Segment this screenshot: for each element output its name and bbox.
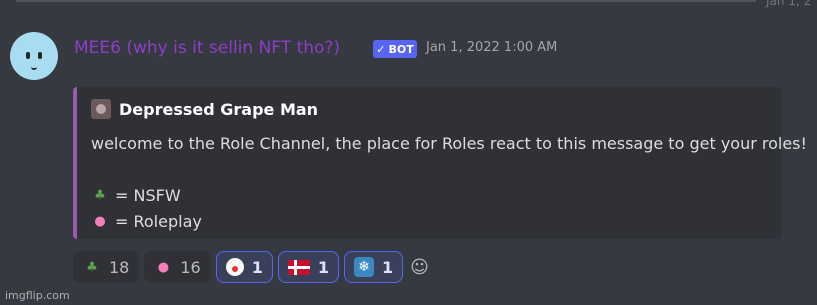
- reaction-count: 18: [109, 257, 130, 277]
- reaction-count: 1: [251, 257, 263, 277]
- avatar-mouth: [31, 64, 37, 70]
- embed-author: Depressed Grape Man: [91, 99, 318, 119]
- avatar[interactable]: [10, 32, 58, 80]
- pink-character-emoji-icon: ●: [157, 259, 170, 275]
- checkmark-icon: ✓: [376, 42, 386, 56]
- pink-character-emoji-icon: ●: [94, 214, 106, 229]
- divider-date: Jan 1, 2: [766, 0, 812, 8]
- bot-tag-label: BOT: [388, 42, 414, 56]
- role-label-roleplay: = Roleplay: [115, 212, 202, 231]
- denmark-flag-emoji-icon: [287, 259, 310, 275]
- role-line-nsfw: ♣ = NSFW: [91, 183, 807, 209]
- embed-description: welcome to the Role Channel, the place f…: [91, 131, 807, 235]
- green-character-emoji-icon: ♣: [86, 259, 98, 275]
- reaction-pink-character[interactable]: ● 16: [144, 251, 211, 283]
- message-timestamp[interactable]: Jan 1, 2022 1:00 AM: [426, 40, 557, 55]
- avatar-right-eye: [38, 52, 42, 59]
- message-divider: [16, 0, 756, 2]
- reaction-clown[interactable]: 1: [215, 251, 273, 283]
- avatar-left-eye: [26, 52, 30, 59]
- watermark: imgflip.com: [5, 289, 70, 302]
- reaction-denmark-flag[interactable]: 1: [277, 251, 339, 283]
- message-embed: Depressed Grape Man welcome to the Role …: [73, 87, 807, 239]
- embed-author-name: Depressed Grape Man: [119, 99, 319, 119]
- reactions-bar: ♣ 18 ● 16 1 1 ❄ 1 ☺: [73, 251, 429, 283]
- username[interactable]: MEE6 (why is it sellin NFT tho?): [74, 38, 340, 58]
- reaction-snowflake[interactable]: ❄ 1: [344, 251, 404, 283]
- add-reaction-icon[interactable]: ☺: [410, 257, 429, 278]
- embed-description-text: welcome to the Role Channel, the place f…: [91, 134, 807, 153]
- green-character-emoji-icon: ♣: [94, 188, 106, 203]
- role-label-nsfw: = NSFW: [115, 186, 181, 205]
- bot-tag: ✓ BOT: [373, 40, 417, 58]
- snowflake-emoji-icon: ❄: [354, 257, 374, 277]
- clown-emoji-icon: [225, 258, 244, 276]
- reaction-count: 16: [180, 257, 201, 277]
- reaction-green-character[interactable]: ♣ 18: [73, 251, 140, 283]
- role-line-roleplay: ● = Roleplay: [91, 209, 807, 235]
- reaction-count: 1: [317, 257, 329, 277]
- reaction-count: 1: [382, 257, 394, 277]
- author-avatar-icon: [91, 99, 111, 119]
